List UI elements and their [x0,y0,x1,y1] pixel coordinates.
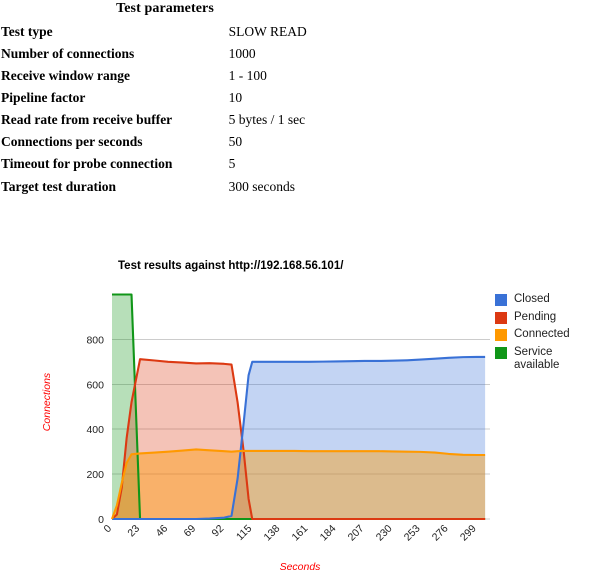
parameter-value: 5 bytes / 1 sec [228,112,306,128]
parameter-key: Test type [1,23,53,39]
y-axis-tick-labels: 0200400600800 [86,334,104,526]
legend-swatch-icon [495,294,507,306]
y-tick-label: 200 [86,469,104,481]
parameter-value: 10 [228,89,243,105]
parameter-row: Receive window range 1 - 100 [0,64,330,86]
y-tick-label: 800 [86,334,104,346]
parameter-key: Read rate from receive buffer [1,112,173,128]
y-tick-label: 600 [86,379,104,391]
x-tick-label: 138 [262,523,283,544]
x-tick-label: 230 [374,523,395,544]
x-tick-label: 0 [102,523,115,536]
series-area-connected [112,449,486,519]
parameter-value: 1 - 100 [228,67,267,83]
x-tick-label: 115 [234,523,254,543]
x-axis-tick-labels: 0 23 46 69 92 115 138 161 184 207 230 253 276 299 [102,523,479,544]
parameter-value: 300 seconds [228,178,296,194]
test-parameters-caption: Test parameters [116,1,214,16]
parameter-value: 1000 [228,45,256,61]
legend-label: Closed [514,293,550,305]
x-axis-title: Seconds [280,561,322,573]
parameter-value: 50 [228,134,243,150]
parameter-value: SLOW READ [228,23,307,39]
parameter-row: Number of connections 1000 [0,42,330,64]
parameter-row: Test type SLOW READ [0,20,330,42]
legend-label: Connected [514,328,570,341]
parameter-row: Read rate from receive buffer 5 bytes / 1… [0,109,330,131]
x-tick-label: 92 [210,523,227,540]
x-tick-label: 253 [402,523,423,544]
x-tick-label: 184 [318,523,339,544]
legend-swatch-icon [495,346,507,359]
parameter-key: Pipeline factor [1,89,86,105]
x-tick-label: 69 [181,523,198,540]
parameter-row: Pipeline factor 10 [0,86,330,108]
x-tick-label: 207 [346,523,367,544]
parameter-row: Target test duration 300 seconds [0,175,330,197]
legend-label: Service available [514,345,560,372]
x-tick-label: 299 [458,523,479,544]
parameter-key: Receive window range [1,67,130,83]
legend-label: Pending [514,310,557,323]
legend-swatch-icon [495,311,507,324]
y-axis-title: Connections [41,372,53,431]
legend-item[interactable]: Closed [495,293,600,307]
x-tick-label: 23 [125,523,142,540]
parameter-key: Number of connections [1,45,135,61]
parameter-key: Connections per seconds [1,134,143,150]
legend-item[interactable]: Pending [495,311,600,325]
series-areas-group [112,294,486,519]
y-tick-label: 400 [86,424,104,436]
chart-plot-area: 0 200 400 600 800 0 23 46 69 92 115 138 161 184 207 23… [41,293,490,573]
x-tick-label: 276 [430,523,451,544]
parameter-row: Connections per seconds 50 [0,131,330,153]
test-results-chart: Test results against http://192.168.56.1… [0,240,600,583]
chart-legend: Closed Pending Connected Service available [495,293,600,377]
parameter-value: 5 [228,156,236,172]
parameter-row: Timeout for probe connection 5 [0,153,330,175]
x-tick-label: 46 [153,523,170,540]
test-parameters-table: Test parameters Test type SLOW READ Number… [0,0,330,197]
legend-swatch-icon [495,329,507,342]
parameter-key: Timeout for probe connection [1,156,173,172]
legend-item[interactable]: Service available [495,346,600,373]
x-tick-label: 161 [290,523,311,544]
legend-item[interactable]: Connected [495,328,600,342]
parameter-key: Target test duration [1,178,116,194]
